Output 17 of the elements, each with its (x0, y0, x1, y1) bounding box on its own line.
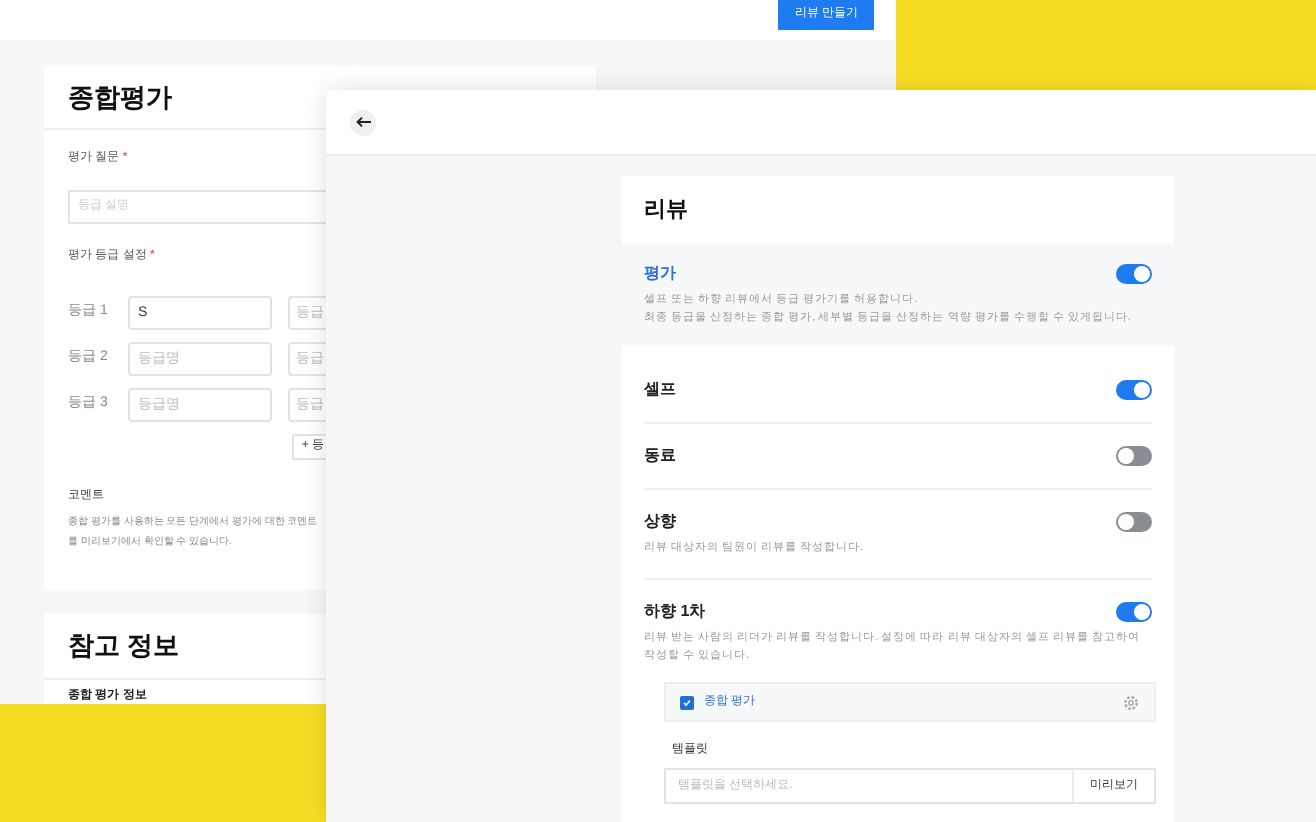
card-title: 리뷰 (644, 195, 688, 226)
section-title: 동료 (644, 444, 676, 468)
card-title: 참고 정보 (68, 628, 180, 665)
checkbox[interactable] (680, 695, 694, 709)
back-arrow-icon (355, 116, 371, 128)
back-button[interactable] (350, 109, 376, 135)
section-title: 상향 (644, 510, 676, 534)
toggle-switch[interactable] (1116, 380, 1152, 400)
section-title: 평가 (644, 262, 676, 286)
toggle-switch[interactable] (1116, 602, 1152, 622)
toggle-switch[interactable] (1116, 512, 1152, 532)
section-title: 셀프 (644, 378, 676, 402)
card-title: 종합평가 (68, 79, 172, 116)
section-title: 하향 1차 (644, 600, 706, 624)
toggle-switch[interactable] (1116, 264, 1152, 284)
toggle-switch[interactable] (1116, 446, 1152, 466)
settings-icon[interactable] (1122, 693, 1140, 711)
